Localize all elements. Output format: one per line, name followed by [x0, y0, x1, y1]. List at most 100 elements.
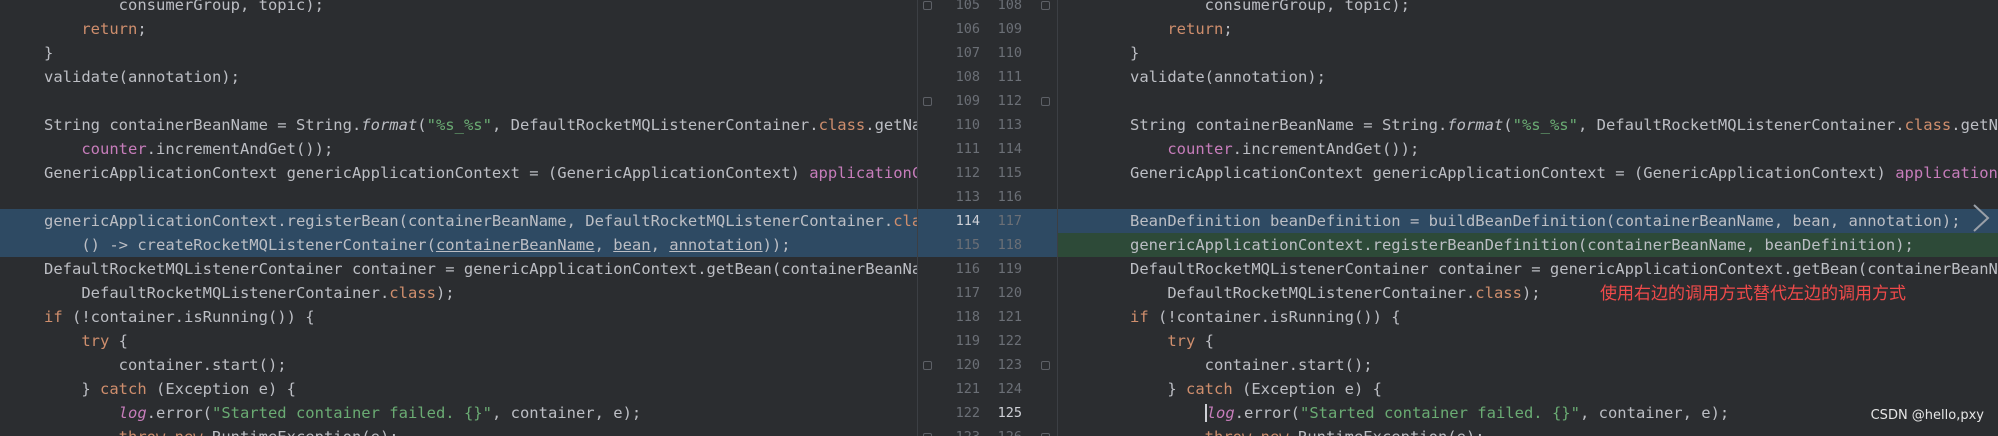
watermark: CSDN @hello,pxy	[1870, 408, 1984, 423]
left-line-number: 106	[955, 21, 980, 37]
annotation-text: 使用右边的调用方式替代左边的调用方式	[1600, 284, 1906, 304]
right-line-number: 114	[997, 141, 1022, 157]
code-token: ;	[1223, 20, 1233, 38]
code-line[interactable]: if (!container.isRunning()) {	[1058, 305, 1998, 329]
left-line-number: 119	[955, 333, 980, 349]
code-line[interactable]: } catch (Exception e) {	[1058, 377, 1998, 401]
code-token: }	[1130, 380, 1186, 398]
left-line-number: 120	[955, 357, 980, 373]
code-line[interactable]: }	[0, 41, 917, 65]
fold-marker-icon[interactable]	[1041, 361, 1050, 370]
code-line[interactable]: validate(annotation);	[0, 65, 917, 89]
fold-marker-icon[interactable]	[1041, 1, 1050, 10]
code-token: class	[893, 212, 917, 230]
code-line[interactable]: counter.incrementAndGet());	[1058, 137, 1998, 161]
right-pane-divider	[1057, 0, 1058, 436]
code-token: RuntimeException(e);	[203, 428, 399, 436]
code-line[interactable]: consumerGroup, topic);	[0, 0, 917, 17]
code-line[interactable]	[0, 89, 917, 113]
code-line[interactable]: genericApplicationContext.registerBeanDe…	[1058, 233, 1998, 257]
code-line[interactable]: log.error("Started container failed. {}"…	[1058, 401, 1998, 425]
code-token: GenericApplicationContext genericApplica…	[1130, 164, 1896, 182]
left-line-number: 122	[955, 405, 980, 421]
code-token: genericApplicationContext.registerBeanDe…	[1130, 236, 1914, 254]
code-line[interactable]: throw new RuntimeException(e);	[1058, 425, 1998, 436]
code-token: }	[44, 380, 100, 398]
code-line[interactable]: try {	[1058, 329, 1998, 353]
code-token: if	[44, 308, 63, 326]
left-line-number: 105	[955, 0, 980, 13]
code-line[interactable]: validate(annotation);	[1058, 65, 1998, 89]
left-line-number: 115	[955, 237, 980, 253]
code-line[interactable]: }	[1058, 41, 1998, 65]
code-line[interactable]: if (!container.isRunning()) {	[0, 305, 917, 329]
chevron-right-icon[interactable]	[1970, 202, 1992, 234]
fold-marker-icon[interactable]	[1041, 97, 1050, 106]
right-editor-pane[interactable]: consumerGroup, topic); return;} validate(…	[1058, 0, 1998, 436]
code-line[interactable]: container.start();	[0, 353, 917, 377]
code-line[interactable]: try {	[0, 329, 917, 353]
code-line[interactable]: DefaultRocketMQListenerContainer contain…	[1058, 257, 1998, 281]
code-line[interactable]: GenericApplicationContext genericApplica…	[0, 161, 917, 185]
code-line[interactable]: return;	[1058, 17, 1998, 41]
code-token: consumerGroup, topic);	[1130, 0, 1410, 14]
code-token: "%s_%s"	[1512, 116, 1578, 134]
code-line[interactable]: DefaultRocketMQListenerContainer.class);	[0, 281, 917, 305]
code-line[interactable]: } catch (Exception e) {	[0, 377, 917, 401]
code-line[interactable]: return;	[0, 17, 917, 41]
left-line-number: 121	[955, 381, 980, 397]
code-line[interactable]: String containerBeanName = String.format…	[0, 113, 917, 137]
left-editor-pane[interactable]: consumerGroup, topic); return;} validate(…	[0, 0, 917, 436]
code-token: class	[389, 284, 436, 302]
code-line[interactable]: BeanDefinition beanDefinition = buildBea…	[1058, 209, 1998, 233]
code-token: counter	[1167, 140, 1233, 158]
left-line-number: 113	[955, 189, 980, 205]
left-line-number: 116	[955, 261, 980, 277]
code-token: .error(	[1234, 404, 1300, 422]
code-token: throw new	[119, 428, 203, 436]
left-line-number: 118	[955, 309, 980, 325]
code-token: log	[1204, 404, 1235, 422]
fold-marker-icon[interactable]	[923, 1, 932, 10]
code-line[interactable]: consumerGroup, topic);	[1058, 0, 1998, 17]
code-token: ,	[594, 236, 614, 254]
code-token: DefaultRocketMQListenerContainer.	[44, 284, 390, 302]
right-line-number: 110	[997, 45, 1022, 61]
code-line[interactable]: throw new RuntimeException(e);	[0, 425, 917, 436]
code-line[interactable]: log.error("Started container failed. {}"…	[0, 401, 917, 425]
code-token: "Started container failed. {}"	[211, 404, 492, 422]
right-line-number: 120	[997, 285, 1022, 301]
code-token: return	[81, 20, 138, 38]
code-token: "%s_%s"	[426, 116, 492, 134]
gutter-row: 118 121	[917, 305, 1058, 329]
code-line[interactable]: () -> createRocketMQListenerContainer(co…	[0, 233, 917, 257]
gutter-row: 116 119	[917, 257, 1058, 281]
code-token: (	[1503, 116, 1513, 134]
code-line[interactable]: String containerBeanName = String.format…	[1058, 113, 1998, 137]
code-token: container.start();	[1130, 356, 1373, 374]
code-line[interactable]	[0, 185, 917, 209]
code-line[interactable]: counter.incrementAndGet());	[0, 137, 917, 161]
gutter-row: 111 114	[917, 137, 1058, 161]
code-token: class	[1475, 284, 1522, 302]
code-line[interactable]: genericApplicationContext.registerBean(c…	[0, 209, 917, 233]
code-token: () -> createRocketMQListenerContainer(	[44, 236, 436, 254]
code-line[interactable]: container.start();	[1058, 353, 1998, 377]
code-token: (!container.isRunning()) {	[62, 308, 315, 326]
fold-marker-icon[interactable]	[923, 97, 932, 106]
code-token: annotation	[669, 236, 763, 254]
code-line[interactable]: GenericApplicationContext genericApplica…	[1058, 161, 1998, 185]
right-line-number: 126	[988, 425, 1022, 436]
code-line[interactable]	[1058, 185, 1998, 209]
code-token: catch	[100, 380, 147, 398]
code-token: , DefaultRocketMQListenerContainer.	[1577, 116, 1905, 134]
fold-marker-icon[interactable]	[923, 361, 932, 370]
code-line[interactable]: DefaultRocketMQListenerContainer contain…	[0, 257, 917, 281]
code-line[interactable]	[1058, 89, 1998, 113]
right-line-number: 116	[997, 189, 1022, 205]
code-token: bean	[613, 236, 651, 254]
